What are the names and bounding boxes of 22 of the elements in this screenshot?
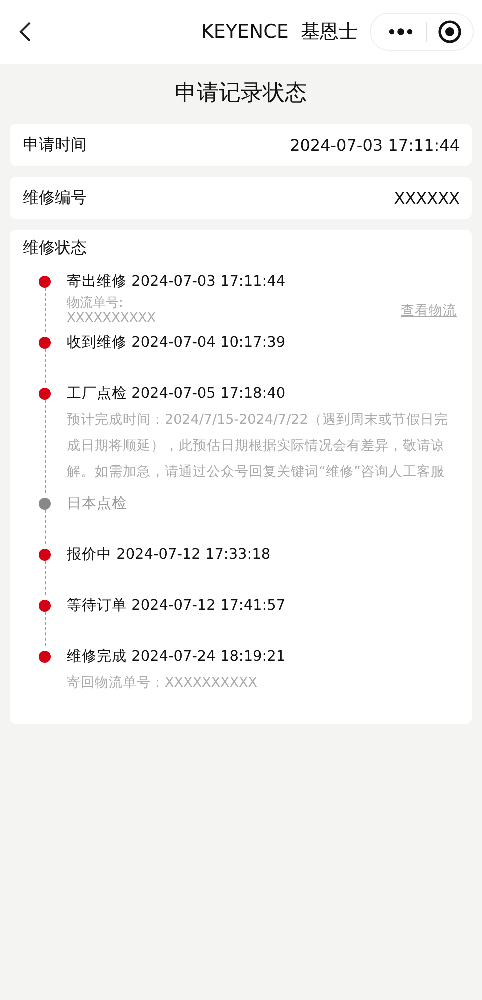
step-title: 寄出维修 2024-07-03 17:11:44 [67, 272, 287, 292]
step-note: 预计完成时间：2024/7/15-2024/7/22（遇到周末或节假日完成日期将顺延），此预估日期根据实际情况会有差异，敬请谅解。如需加急，请通过公众号回复关键词“维修”咨询人工客服 [67, 411, 450, 482]
row-value: 2024-07-03 17:11:44 [290, 136, 460, 154]
step-title: 收到维修 2024-07-04 10:17:39 [67, 334, 287, 353]
row-label: 申请时间 [23, 134, 87, 156]
nav-title: KEYENCE 基恩士 [200, 20, 359, 45]
tracking-label: 物流单号: [67, 296, 124, 311]
back-icon[interactable] [18, 21, 32, 43]
status-title: 维修状态 [23, 238, 88, 259]
step-title: 维修完成 2024-07-24 18:19:21 [67, 648, 287, 667]
step-title: 报价中 2024-07-12 17:33:18 [67, 546, 272, 565]
step-title: 工厂点检 2024-07-05 17:18:40 [67, 385, 287, 404]
close-icon[interactable] [438, 20, 462, 44]
tracking-number: XXXXXXXXXX [67, 311, 156, 326]
more-icon[interactable] [388, 28, 414, 36]
view-logistics-link[interactable]: 查看物流 [401, 302, 457, 320]
row-label: 维修编号 [23, 188, 87, 208]
row-value: XXXXXX [394, 188, 460, 208]
step-note: 寄回物流单号：XXXXXXXXXX [67, 674, 258, 693]
page-title: 申请记录状态 [174, 80, 308, 108]
step-title: 日本点检 [67, 495, 128, 514]
step-title: 等待订单 2024-07-12 17:41:57 [67, 597, 287, 616]
